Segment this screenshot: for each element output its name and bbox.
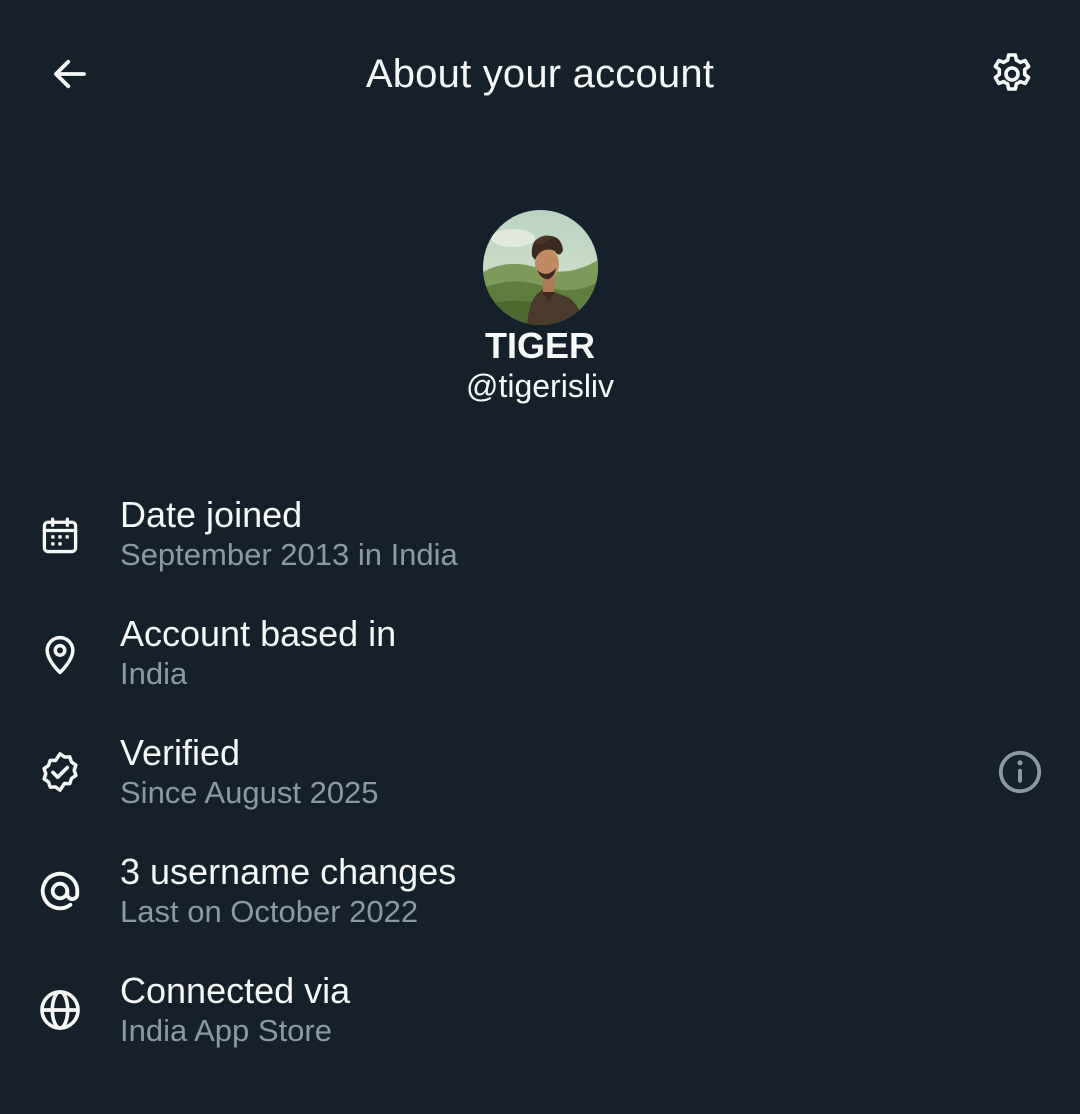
page-title: About your account	[365, 52, 715, 96]
display-name: TIGER	[484, 325, 595, 366]
avatar[interactable]	[483, 210, 598, 325]
verified-info-button[interactable]	[994, 746, 1046, 798]
verified-value: Since August 2025	[120, 775, 379, 810]
username-changes-row: 3 username changes Last on October 2022	[0, 847, 1080, 957]
date-joined-value: September 2013 in India	[120, 537, 458, 572]
account-based-in-label: Account based in	[120, 613, 397, 654]
verified-row: Verified Since August 2025	[0, 728, 1080, 838]
about-account-page: About your account TIGER @tigerisliv Dat…	[0, 0, 1080, 1114]
verified-badge-icon	[36, 748, 84, 796]
account-based-in-value: India	[120, 656, 188, 691]
at-sign-icon	[36, 867, 84, 915]
username-changes-value: Last on October 2022	[120, 894, 419, 929]
connected-via-label: Connected via	[120, 970, 351, 1011]
avatar-illustration	[483, 210, 598, 325]
connected-via-value: India App Store	[120, 1013, 332, 1048]
date-joined-row: Date joined September 2013 in India	[0, 490, 1080, 600]
verified-label: Verified	[120, 732, 241, 773]
globe-icon	[36, 986, 84, 1034]
username-changes-label: 3 username changes	[120, 851, 457, 892]
gear-icon	[993, 53, 1031, 91]
settings-button[interactable]	[982, 44, 1042, 104]
info-icon	[998, 750, 1042, 794]
date-joined-label: Date joined	[120, 494, 303, 535]
connected-via-row: Connected via India App Store	[0, 966, 1080, 1076]
account-based-in-row: Account based in India	[0, 609, 1080, 719]
calendar-icon	[36, 512, 84, 560]
username: @tigerisliv	[465, 368, 615, 404]
location-pin-icon	[36, 631, 84, 679]
top-app-bar: About your account	[0, 0, 1080, 148]
